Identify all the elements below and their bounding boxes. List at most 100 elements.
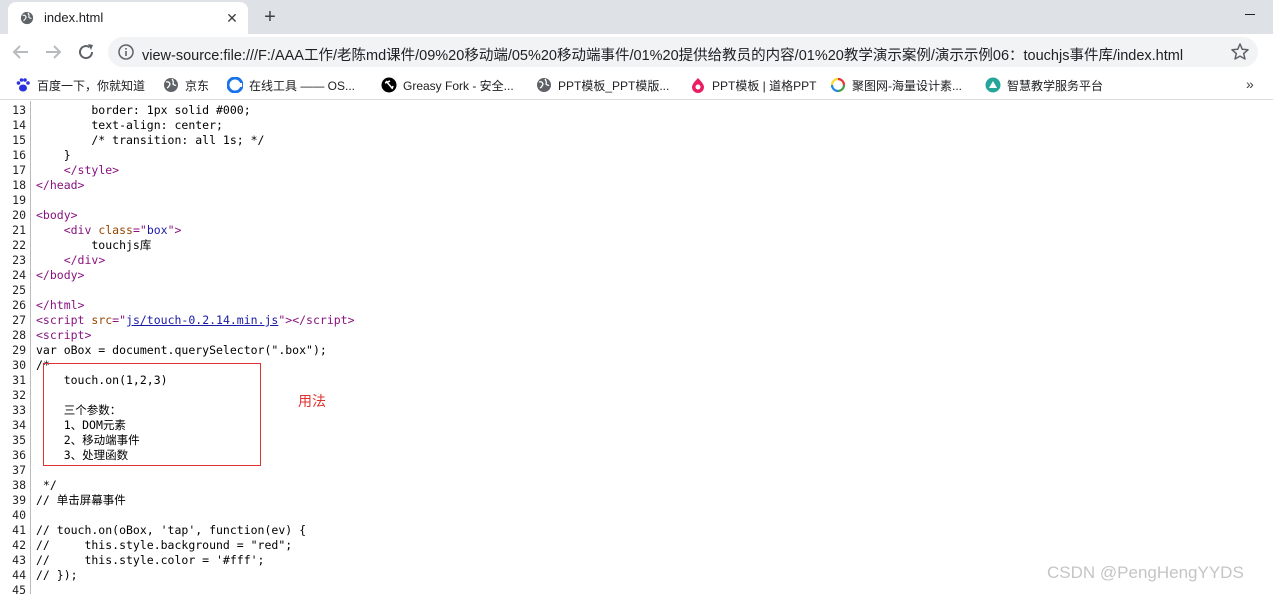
doug-ppt-icon xyxy=(692,78,704,93)
line-number: 43 xyxy=(12,553,26,567)
line-number: 24 xyxy=(12,268,26,282)
bookmarks-bar: 百度一下，你就知道 京东 在线工具 —— OS... Greasy Fork -… xyxy=(0,70,1273,100)
source-line: 15 /* transition: all 1s; */ xyxy=(0,133,1273,148)
bookmark-label: 京东 xyxy=(185,79,210,93)
line-code: <script src="js/touch-0.2.14.min.js"></s… xyxy=(36,313,355,327)
line-code: // 单击屏幕事件 xyxy=(36,493,126,507)
line-number: 17 xyxy=(12,163,26,177)
bookmarks-overflow-icon[interactable]: » xyxy=(1246,76,1254,92)
line-code: text-align: center; xyxy=(36,118,223,132)
source-line: 26 </html> xyxy=(0,298,1273,313)
bookmark-label: PPT模板_PPT模版... xyxy=(558,79,670,93)
bookmark-label: PPT模板 | 道格PPT xyxy=(712,79,817,93)
browser-toolbar: view-source:file:///F:/AAA工作/老陈md课件/09%2… xyxy=(0,34,1273,70)
line-code: // this.style.background = "red"; xyxy=(36,538,293,552)
bookmark-label: Greasy Fork - 安全... xyxy=(403,79,514,93)
line-number: 31 xyxy=(12,373,26,387)
source-line: 27 <script src="js/touch-0.2.14.min.js"><… xyxy=(0,313,1273,328)
source-line: 18 </head> xyxy=(0,178,1273,193)
close-tab-icon[interactable]: ✕ xyxy=(224,10,240,26)
browser-tab[interactable]: index.html ✕ xyxy=(8,2,248,34)
baidu-paw-icon xyxy=(16,78,30,92)
line-number: 16 xyxy=(12,148,26,162)
line-number: 23 xyxy=(12,253,26,267)
line-number: 34 xyxy=(12,418,26,432)
bookmark-label: 智慧教学服务平台 xyxy=(1007,79,1104,93)
source-line: 25 xyxy=(0,283,1273,298)
edu-platform-icon xyxy=(985,77,1001,93)
line-code: <script> xyxy=(36,328,92,342)
line-number: 26 xyxy=(12,298,26,312)
line-number: 21 xyxy=(12,223,26,237)
back-arrow-icon[interactable] xyxy=(9,40,33,64)
line-code: /* transition: all 1s; */ xyxy=(36,133,265,147)
line-code: } xyxy=(36,148,71,162)
line-code: </style> xyxy=(63,163,120,177)
line-code: </html> xyxy=(36,298,85,312)
osc-tool-icon xyxy=(227,77,243,93)
line-code: border: 1px solid #000; xyxy=(36,103,251,117)
line-number: 22 xyxy=(12,238,26,252)
source-line: 23 </div> xyxy=(0,253,1273,268)
line-number: 41 xyxy=(12,523,26,537)
tab-title: index.html xyxy=(44,10,104,25)
source-line: 45 xyxy=(0,583,1273,594)
line-number: 37 xyxy=(12,463,26,477)
tab-strip: index.html ✕ + xyxy=(0,0,1273,34)
line-code: </body> xyxy=(36,268,85,282)
line-number: 15 xyxy=(12,133,26,147)
line-number: 28 xyxy=(12,328,26,342)
source-line: 42 // this.style.background = "red"; xyxy=(0,538,1273,553)
line-number: 30 xyxy=(12,358,26,372)
csdn-watermark: CSDN @PengHengYYDS xyxy=(1047,563,1244,582)
globe-icon xyxy=(537,78,551,92)
line-number: 19 xyxy=(12,193,26,207)
source-line: 20 <body> xyxy=(0,208,1273,223)
line-number: 35 xyxy=(12,433,26,447)
line-number: 40 xyxy=(12,508,26,522)
view-source-content: 13 border: 1px solid #000; 14 text-align:… xyxy=(0,101,1273,594)
line-code: var oBox = document.querySelector(".box"… xyxy=(36,343,327,357)
line-number: 18 xyxy=(12,178,26,192)
line-number: 44 xyxy=(12,568,26,582)
line-code: // this.style.color = '#fff'; xyxy=(36,553,265,567)
line-number: 38 xyxy=(12,478,26,492)
bookmark-label: 百度一下，你就知道 xyxy=(37,79,146,93)
address-bar[interactable]: view-source:file:///F:/AAA工作/老陈md课件/09%2… xyxy=(108,37,1258,67)
source-line: 38 */ xyxy=(0,478,1273,493)
globe-icon xyxy=(164,78,178,92)
forward-arrow-icon[interactable] xyxy=(41,40,65,64)
url-text: view-source:file:///F:/AAA工作/老陈md课件/09%2… xyxy=(142,48,1184,64)
source-line: 19 xyxy=(0,193,1273,208)
bookmark-star-icon[interactable] xyxy=(1230,42,1250,62)
minimize-window-button[interactable] xyxy=(1240,4,1260,22)
bookmark-label: 聚图网-海量设计素... xyxy=(852,79,962,93)
info-icon[interactable] xyxy=(118,44,134,60)
line-code: <body> xyxy=(36,208,78,222)
line-number: 20 xyxy=(12,208,26,222)
source-line: 39 // 单击屏幕事件 xyxy=(0,493,1273,508)
source-line: 14 text-align: center; xyxy=(0,118,1273,133)
line-code: */ xyxy=(36,478,57,492)
source-line: 16 } xyxy=(0,148,1273,163)
new-tab-button[interactable]: + xyxy=(258,5,282,29)
line-number: 39 xyxy=(12,493,26,507)
line-number: 33 xyxy=(12,403,26,417)
line-code: touchjs库 xyxy=(36,238,152,252)
line-number: 25 xyxy=(12,283,26,297)
line-number: 36 xyxy=(12,448,26,462)
source-line: 29 var oBox = document.querySelector(".bo… xyxy=(0,343,1273,358)
source-line: 22 touchjs库 xyxy=(0,238,1273,253)
globe-icon xyxy=(20,11,34,25)
source-line: 28 <script> xyxy=(0,328,1273,343)
line-code: <div class="box"> xyxy=(63,223,182,237)
line-number: 45 xyxy=(12,583,26,594)
source-line: 40 xyxy=(0,508,1273,523)
reload-icon[interactable] xyxy=(74,40,98,64)
jutu-icon xyxy=(830,77,846,93)
bookmark-label: 在线工具 —— OS... xyxy=(249,79,356,93)
usage-annotation: 用法 xyxy=(298,393,326,409)
greasy-fork-icon xyxy=(381,77,397,93)
source-line: 21 <div class="box"> xyxy=(0,223,1273,238)
source-line: 17 </style> xyxy=(0,163,1273,178)
